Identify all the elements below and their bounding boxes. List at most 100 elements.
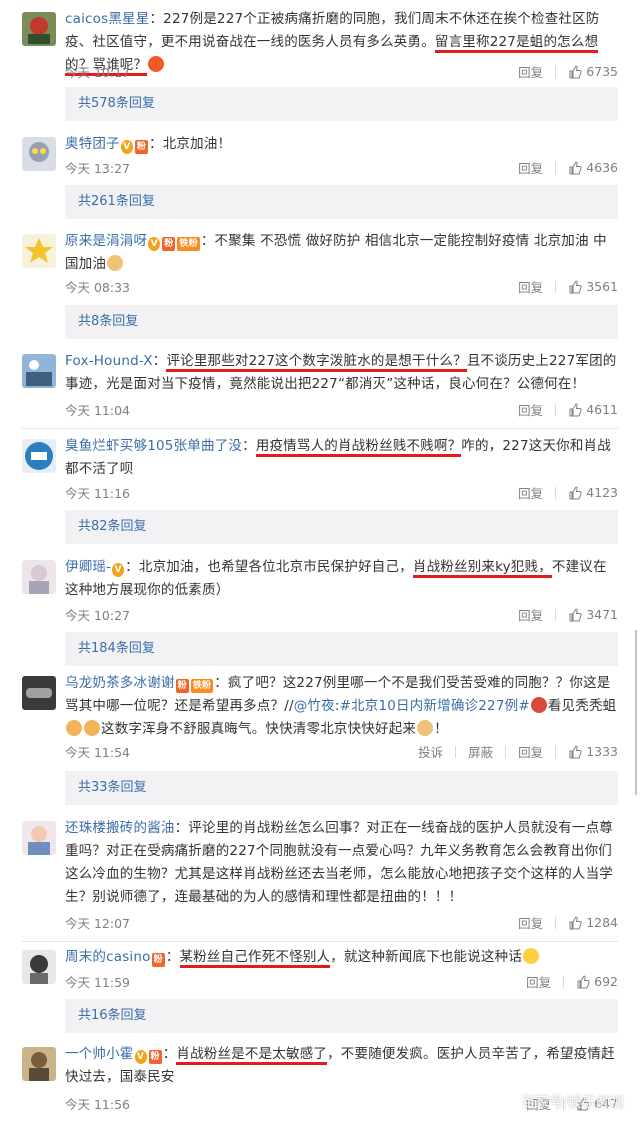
- fan-badge: 粉: [162, 237, 176, 251]
- comment-text: ！: [434, 721, 448, 737]
- comment-meta: 今天 12:07 回复 1284: [65, 913, 618, 933]
- username-link[interactable]: 原来是涓涓呀: [65, 233, 147, 249]
- avatar[interactable]: [22, 137, 56, 171]
- timestamp: 今天 11:16: [65, 486, 130, 501]
- username-link[interactable]: 臭鱼烂虾买够105张单曲了没: [65, 438, 242, 454]
- divider: [22, 941, 618, 942]
- timestamp: 今天 10:27: [65, 608, 130, 623]
- mention-link[interactable]: #北京10日内新增确诊227例#: [340, 698, 530, 714]
- thumbs-up-icon: [568, 915, 582, 930]
- like-button[interactable]: 3561: [568, 279, 618, 294]
- separator: [563, 975, 565, 988]
- comment-text: ：: [152, 353, 167, 369]
- like-button[interactable]: 1333: [568, 744, 618, 759]
- fan-badge: 粉: [134, 140, 149, 154]
- action-bar: 回复 1284: [518, 913, 618, 932]
- verified-badge: V: [112, 563, 125, 577]
- like-button[interactable]: 4636: [568, 160, 618, 175]
- fan-badge: 粉: [175, 679, 189, 693]
- reply-button[interactable]: 回复: [518, 62, 543, 81]
- avatar[interactable]: [22, 950, 56, 984]
- highlighted-text: 肖战粉丝别来ky犯贱，: [412, 559, 552, 578]
- view-replies-link[interactable]: 共261条回复: [65, 185, 618, 219]
- comment-body: 乌龙奶茶多冰谢谢粉铁粉 ：疯了吧？这227例里哪一个不是我们受苦受难的同胞？？你这…: [65, 672, 618, 741]
- like-count: 4611: [586, 402, 618, 417]
- avatar[interactable]: [22, 676, 56, 710]
- like-button[interactable]: 692: [576, 974, 618, 989]
- username-link[interactable]: 伊卿瑶-: [65, 559, 111, 575]
- like-button[interactable]: 4123: [568, 485, 618, 500]
- like-button[interactable]: 6735: [568, 64, 618, 79]
- reply-button[interactable]: 回复: [518, 277, 543, 296]
- comment-body: 一个帅小霍 V 粉：肖战粉丝是不是太敏感了，不要随便发疯。医护人员辛苦了，希望疫情赶…: [65, 1043, 618, 1089]
- highlighted-text: 用疫情骂人的肖战粉丝贱不贱啊？: [255, 438, 462, 457]
- sad-face-emoji: [530, 697, 547, 713]
- action-bar: 投诉 屏蔽 回复 1333: [418, 742, 618, 761]
- reply-button[interactable]: 回复: [518, 605, 543, 624]
- scrollbar[interactable]: [635, 630, 637, 795]
- reply-button[interactable]: 回复: [518, 400, 543, 419]
- like-count: 692: [594, 974, 618, 989]
- action-bar: 回复 4123: [518, 483, 618, 502]
- view-replies-link[interactable]: 共184条回复: [65, 632, 618, 666]
- timestamp: 今天 12:07: [65, 916, 130, 931]
- reply-button[interactable]: 回复: [518, 158, 543, 177]
- username-link[interactable]: caicos黑星星: [65, 11, 149, 27]
- comment-body: 原来是涓涓呀 V 粉铁粉 ：不聚集 不恐慌 做好防护 相信北京一定能控制好疫情 北京加…: [65, 230, 618, 276]
- comment-text: 看见秃秃蛆: [547, 698, 617, 714]
- avatar[interactable]: [22, 821, 56, 855]
- timestamp: 今天 08:33: [65, 280, 130, 295]
- view-replies-link[interactable]: 共82条回复: [65, 510, 618, 544]
- thumbs-down-emoji: [84, 720, 100, 736]
- reply-button[interactable]: 回复: [518, 913, 543, 932]
- thumbs-up-icon: [568, 402, 582, 417]
- comment-meta: 今天 13:27 回复 4636: [65, 158, 618, 178]
- timestamp: 今天 11:59: [65, 975, 130, 990]
- report-button[interactable]: 投诉: [418, 742, 443, 761]
- like-count: 3471: [586, 607, 618, 622]
- fan-badge: 铁粉: [177, 237, 200, 251]
- separator: [555, 745, 557, 758]
- comment-body: 臭鱼烂虾买够105张单曲了没：用疫情骂人的肖战粉丝贱不贱啊？咋的，227这天你和…: [65, 435, 618, 481]
- comment-body: 周末的casino 粉：某粉丝自己作死不怪别人，就这种新闻底下也能说这种话: [65, 946, 618, 969]
- thumbs-up-icon: [568, 279, 582, 294]
- view-replies-link[interactable]: 共578条回复: [65, 87, 618, 121]
- avatar[interactable]: [22, 1047, 56, 1081]
- reply-button[interactable]: 回复: [518, 483, 543, 502]
- view-replies-link[interactable]: 共8条回复: [65, 305, 618, 339]
- highlighted-text: 肖战粉丝是不是太敏感了: [176, 1046, 328, 1065]
- username-link[interactable]: 一个帅小霍: [65, 1046, 134, 1062]
- like-button[interactable]: 4611: [568, 402, 618, 417]
- reply-button[interactable]: 回复: [518, 742, 543, 761]
- separator: [555, 65, 557, 78]
- like-button[interactable]: 3471: [568, 607, 618, 622]
- like-button[interactable]: 1284: [568, 915, 618, 930]
- action-bar: 回复 4611: [518, 400, 618, 419]
- avatar[interactable]: [22, 12, 56, 46]
- separator: [555, 403, 557, 416]
- mention-link[interactable]: @竹夜: [294, 698, 335, 714]
- view-replies-link[interactable]: 共16条回复: [65, 999, 618, 1033]
- avatar[interactable]: [22, 560, 56, 594]
- fan-badge: 粉: [151, 953, 165, 967]
- username-link[interactable]: 乌龙奶茶多冰谢谢: [65, 675, 175, 691]
- action-bar: 回复 692: [526, 972, 618, 991]
- username-link[interactable]: 还珠楼搬砖的酱油: [65, 820, 175, 836]
- thumbs-up-icon: [568, 160, 582, 175]
- block-button[interactable]: 屏蔽: [468, 742, 493, 761]
- username-link[interactable]: Fox-Hound-X: [65, 353, 153, 369]
- username-link[interactable]: 奥特团子: [65, 136, 120, 152]
- avatar[interactable]: [22, 354, 56, 388]
- avatar[interactable]: [22, 234, 56, 268]
- reply-button[interactable]: 回复: [526, 972, 551, 991]
- sweat-smile-emoji: [523, 948, 540, 964]
- action-bar: 回复 6735: [518, 62, 618, 81]
- comment-text: ，不要随便发疯。医护人员辛苦了，希望疫情赶快过去，国泰民安: [65, 1046, 615, 1085]
- like-count: 6735: [586, 64, 618, 79]
- comment-meta: 今天 11:04 回复 4611: [65, 400, 618, 420]
- username-link[interactable]: 周末的casino: [65, 949, 151, 965]
- verified-badge: V: [148, 237, 161, 251]
- avatar[interactable]: [22, 439, 56, 473]
- view-replies-link[interactable]: 共33条回复: [65, 771, 618, 805]
- highlighted-text: 评论里那些对227这个数字泼脏水的是想干什么？: [166, 353, 467, 372]
